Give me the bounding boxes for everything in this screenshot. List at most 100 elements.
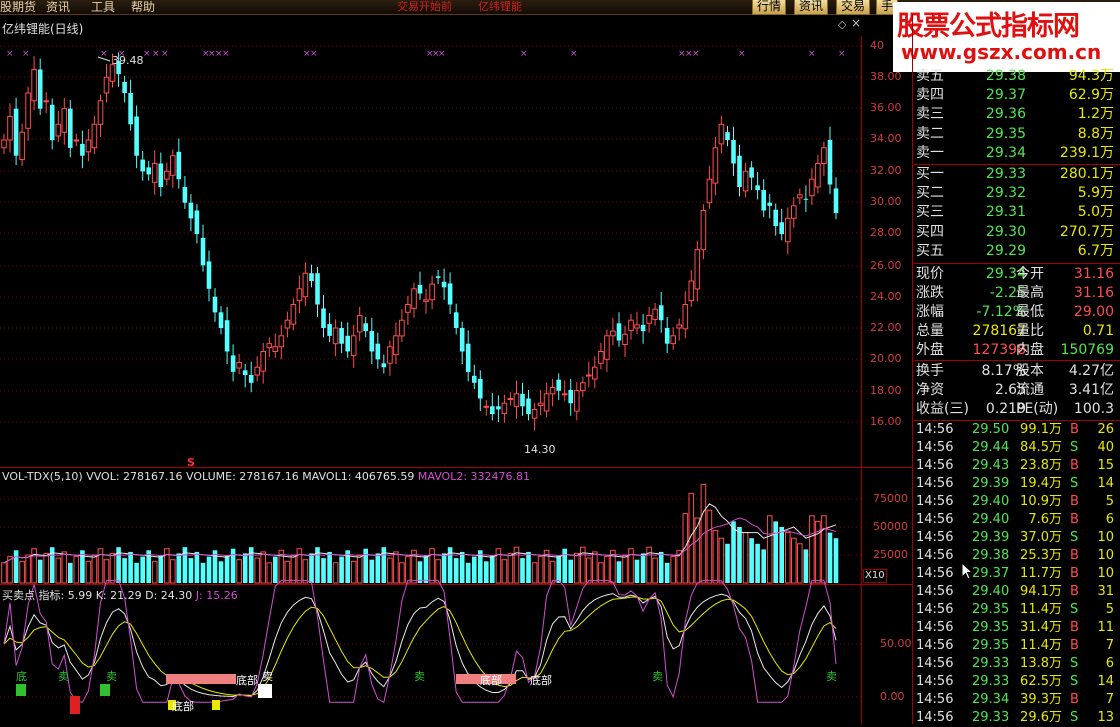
- candle-up: [25, 92, 31, 129]
- order-volume: 8.8万: [1077, 125, 1114, 142]
- volume-bar-up: [797, 543, 803, 584]
- price-y-tick: 40: [870, 39, 884, 52]
- signal-block: [258, 684, 272, 698]
- signal-marker: ×: [570, 49, 578, 59]
- candle-down: [465, 343, 471, 372]
- candle-up: [423, 299, 429, 302]
- volume-bar-up: [586, 557, 592, 584]
- candle-up: [393, 335, 399, 356]
- tick-count: 7: [1105, 638, 1114, 653]
- candle-up: [387, 346, 393, 364]
- order-book-sell-row: 卖五 29.38 94.3万: [914, 67, 1120, 86]
- tick-volume: 11.4万: [1020, 638, 1062, 653]
- candle-up: [580, 382, 586, 392]
- candle-up: [103, 76, 110, 94]
- volume-bar-down: [484, 561, 489, 583]
- volume-bar-up: [302, 559, 309, 584]
- tick-side: S: [1070, 602, 1079, 617]
- volume-bar-up: [592, 551, 598, 584]
- tick-time: 14:56: [916, 494, 954, 509]
- tick-row: 14:56 29.39 37.0万 S 10: [914, 529, 1120, 547]
- volume-bar-down: [616, 561, 622, 583]
- candle-up: [586, 374, 592, 377]
- tick-price: 29.50: [972, 422, 1010, 437]
- fundamentals-divider: [914, 360, 1120, 361]
- volume-legend-vvol: VVOL: 278167.16: [86, 470, 183, 483]
- tick-side: S: [1070, 530, 1079, 545]
- volume-bar-down: [128, 551, 133, 583]
- volume-bar-up: [718, 537, 725, 584]
- order-volume: 1.2万: [1077, 106, 1114, 123]
- volume-bar-up: [405, 556, 411, 584]
- tick-time: 14:56: [916, 422, 954, 437]
- signal-marker: ×: [22, 49, 30, 59]
- candle-up: [561, 393, 568, 396]
- volume-bar-up: [785, 532, 791, 584]
- volume-bar-up: [31, 548, 37, 584]
- kdj-legend-k: K: 21.29: [95, 589, 142, 602]
- tick-time: 14:56: [916, 476, 954, 491]
- order-price: 29.31: [985, 204, 1026, 221]
- tick-count: 10: [1097, 566, 1114, 581]
- volume-bar-up: [610, 549, 616, 584]
- stat-label: 收益(三): [916, 401, 969, 417]
- volume-bar-down: [345, 550, 350, 583]
- candle-up: [97, 100, 104, 125]
- candle-down: [447, 283, 453, 305]
- order-volume: 94.3万: [1068, 68, 1114, 84]
- candle-up: [791, 205, 797, 219]
- volume-unit: X10: [863, 569, 887, 583]
- volume-legend: VOL-TDX(5,10) VVOL: 278167.16 VOLUME: 27…: [2, 470, 530, 483]
- candle-up: [109, 64, 116, 82]
- tick-price: 29.35: [972, 620, 1010, 635]
- order-volume: 5.0万: [1077, 204, 1114, 221]
- candle-down: [435, 276, 441, 278]
- volume-bar-down: [321, 558, 326, 583]
- sell-signal-block: [70, 696, 80, 714]
- tick-count: 40: [1097, 440, 1114, 455]
- candle-up: [815, 163, 821, 188]
- candle-down: [827, 140, 833, 185]
- candle-down: [417, 284, 423, 294]
- tick-row: 14:56 29.44 84.5万 S 40: [914, 439, 1120, 457]
- candle-up: [91, 123, 98, 149]
- tick-price: 29.35: [972, 602, 1010, 617]
- volume-bar-down: [478, 550, 483, 583]
- candle-down: [568, 389, 573, 404]
- chart-area[interactable]: × × × × × × × ×× × × × × ××× × × × × × × × ×39.4814.30S底卖卖底部…: [0, 0, 862, 724]
- price-y-tick: 38.00: [870, 70, 902, 83]
- tick-price: 29.33: [972, 656, 1010, 671]
- stat-value-2: 100.3: [1073, 401, 1114, 417]
- order-book-buy-row: 买三 29.31 5.0万: [914, 203, 1120, 222]
- candle-up: [399, 319, 405, 337]
- volume-bar-down: [803, 549, 809, 583]
- candle-up: [507, 398, 514, 400]
- tick-row: 14:56 29.35 31.4万 B 11: [914, 619, 1120, 637]
- tick-row: 14:56 29.35 11.4万 B 7: [914, 637, 1120, 655]
- candle-up: [652, 308, 658, 320]
- candle-up: [236, 362, 242, 369]
- tick-price: 29.33: [972, 710, 1010, 725]
- volume-bar-down: [309, 553, 314, 583]
- price-y-tick: 26.00: [870, 259, 902, 272]
- candle-up: [483, 405, 490, 408]
- tick-price: 29.40: [972, 512, 1010, 527]
- volume-bar-down: [833, 538, 839, 583]
- kdj-signal-tag: 卖: [106, 670, 117, 683]
- candle-up: [706, 178, 713, 204]
- order-price: 29.35: [985, 125, 1026, 142]
- stat-row-huanshou: 换手 8.17% 股本 4.27亿: [914, 362, 1120, 381]
- candle-up: [151, 163, 158, 183]
- order-book-sell-row: 卖一 29.34 239.1万: [914, 144, 1120, 163]
- candle-up: [164, 170, 170, 180]
- candle-up: [598, 351, 604, 364]
- buy-signal-block: [100, 684, 110, 696]
- volume-bar-down: [80, 550, 85, 583]
- volume-bar-down: [176, 553, 182, 583]
- candle-down: [490, 406, 495, 415]
- price-y-tick: 34.00: [870, 132, 902, 145]
- kdj-legend-d: D: 24.30: [145, 589, 193, 602]
- order-volume: 5.9万: [1077, 185, 1114, 202]
- tick-row: 14:56 29.33 62.5万 S 14: [914, 673, 1120, 691]
- candle-down: [369, 331, 375, 352]
